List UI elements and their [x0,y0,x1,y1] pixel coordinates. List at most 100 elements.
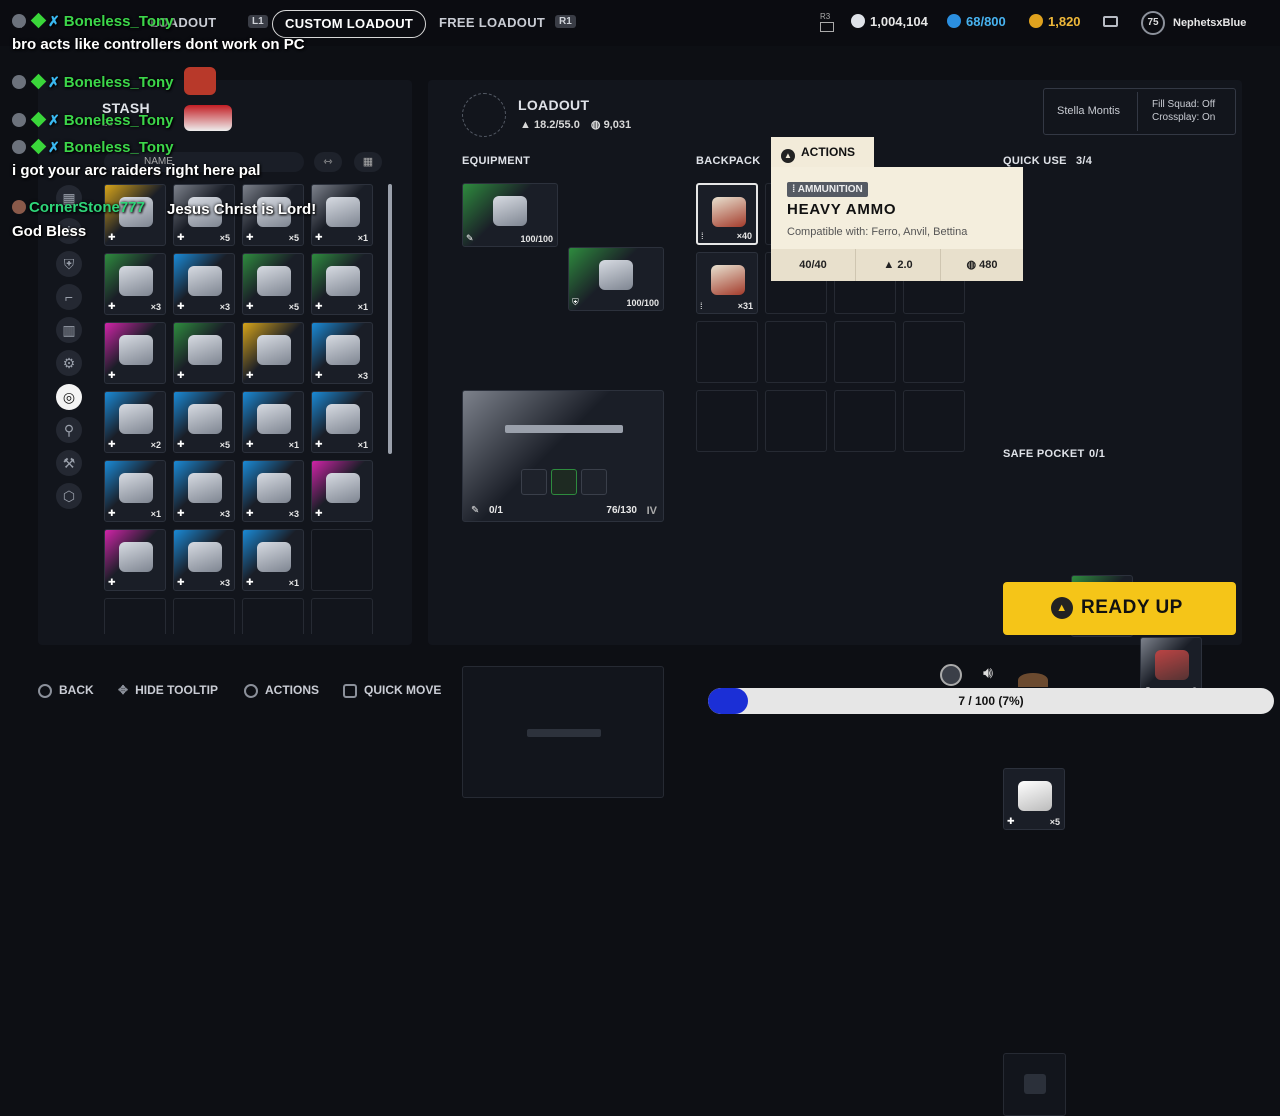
backpack-item-heavy-ammo[interactable]: ⁞ ×40 [696,183,758,245]
weapon-tier: IV [646,505,657,517]
empty-slot[interactable] [696,321,758,383]
stash-item[interactable]: ✚ ×2 [104,391,166,453]
player-avatar-icon[interactable] [1018,673,1048,687]
stash-item[interactable]: ✚ ×5 [242,253,304,315]
stash-item[interactable]: ✚ [104,529,166,591]
chat-badge-icon [12,75,26,89]
empty-slot[interactable] [834,390,896,452]
back-control[interactable]: BACK [38,683,94,698]
shield-durability: 100/100 [626,298,659,308]
chat-message-4: ✗ Boneless_Tony [12,138,174,156]
plus-icon: ✚ [315,370,323,380]
weapon-placeholder-icon [527,729,601,737]
rifle-icon [505,425,623,433]
stash-capacity-value: 68/800 [966,14,1006,29]
stash-icon [947,14,961,28]
stash-item[interactable]: ✚ [104,322,166,384]
stash-item[interactable]: ✚ [311,460,373,522]
ready-up-label: READY UP [1081,597,1183,618]
mail-icon[interactable] [1103,16,1118,27]
tab-custom-loadout[interactable]: CUSTOM LOADOUT [272,10,427,38]
stash-item[interactable]: ✚ ×1 [242,529,304,591]
attachment-slot-2[interactable] [551,469,577,495]
hide-tooltip-control[interactable]: ✥ HIDE TOOLTIP [118,683,218,697]
stash-item[interactable]: ✚ ×1 [311,253,373,315]
r1-hint: R1 [555,15,576,28]
emote-icon [183,105,232,131]
materials-category-icon[interactable]: ⬡ [56,483,82,509]
stash-item[interactable]: ✚ [173,322,235,384]
quick-use-slot-4[interactable]: ✚ ×5 [1003,768,1065,830]
empty-slot[interactable] [311,598,373,634]
actions-control[interactable]: ACTIONS [244,683,319,698]
lock-icon [1024,1074,1046,1094]
stash-item[interactable]: ✚ [242,322,304,384]
ammo-box-icon [711,265,745,295]
actions-tab[interactable]: ▲ ACTIONS [771,137,874,167]
chat-badge-icon [12,14,26,28]
empty-slot[interactable] [834,321,896,383]
bandage-icon [1018,781,1052,811]
grid-view-icon[interactable]: ▦ [354,152,382,172]
loadout-title: LOADOUT [518,97,590,113]
stash-scrollbar[interactable] [388,184,392,454]
safe-pocket-slot[interactable] [1003,1053,1066,1116]
tab-free-loadout[interactable]: FREE LOADOUT [439,10,545,36]
weight-icon: ▲ [883,259,898,271]
weapon-category-icon[interactable]: ⌐ [56,284,82,310]
backpack-item-heavy-ammo[interactable]: ⁞ ×31 [696,252,758,314]
mine-icon [1155,650,1189,680]
item-count: ×3 [219,509,230,519]
stash-item[interactable]: ✚ ×3 [173,529,235,591]
stash-item[interactable]: ✚ ×3 [173,253,235,315]
empty-slot[interactable] [765,390,827,452]
item-icon [257,404,291,434]
empty-slot[interactable] [242,598,304,634]
plus-icon: ✚ [108,370,116,380]
stash-item[interactable]: ✚ ×1 [104,460,166,522]
stash-item[interactable]: ✚ ×1 [311,391,373,453]
collapse-icon[interactable]: ⇿ [314,152,342,172]
chat-message-3: ✗ Boneless_Tony [12,105,232,131]
item-icon [188,542,222,572]
item-icon [119,404,153,434]
empty-slot[interactable] [104,598,166,634]
ready-up-button[interactable]: ▲ READY UP [1003,582,1236,635]
quick-move-control[interactable]: QUICK MOVE [343,683,441,698]
item-count: ×3 [150,302,161,312]
mods-category-icon[interactable]: ▥ [56,317,82,343]
empty-slot[interactable] [311,529,373,591]
weapon-mods-icon: ✎ [471,505,480,516]
shield-slot[interactable]: ⛨ 100/100 [568,247,664,311]
gear-category-icon[interactable]: ⚙ [56,350,82,376]
stash-item[interactable]: ✚ ×3 [173,460,235,522]
augment-slot[interactable]: ✎ 100/100 [462,183,558,247]
empty-slot[interactable] [903,390,965,452]
value-icon: ◍ [590,119,601,131]
weapon-slot-2[interactable] [462,666,664,798]
username[interactable]: NephetsxBlue [1173,17,1246,29]
wrench-category-icon[interactable]: ⚒ [56,450,82,476]
stash-item[interactable]: ✚ ×3 [242,460,304,522]
stash-item[interactable]: ✚ ×1 [242,391,304,453]
speaker-icon[interactable]: 🔊︎ [983,665,993,683]
empty-slot[interactable] [696,390,758,452]
stash-item[interactable]: ✚ ×3 [311,322,373,384]
empty-slot[interactable] [765,321,827,383]
weapon-slot-1[interactable]: ✎ 0/1 76/130 IV [462,390,664,522]
tools-category-icon[interactable]: ⚲ [56,417,82,443]
shield-category-icon[interactable]: ⛨ [56,251,82,277]
stash-item[interactable]: ✚ ×5 [173,391,235,453]
attachment-slot-1[interactable] [521,469,547,495]
attachment-slot-3[interactable] [581,469,607,495]
ammunition-badge: ⁞ AMMUNITION [787,182,868,197]
empty-slot[interactable] [903,321,965,383]
map-name: Stella Montis [1057,105,1120,117]
item-icon [188,473,222,503]
quick-move-label: QUICK MOVE [364,683,442,697]
stash-item[interactable]: ✚ ×3 [104,253,166,315]
consumables-category-icon[interactable]: ◎ [56,384,82,410]
party-avatar-icon[interactable] [940,664,962,686]
shield-tag-icon: ⛨ [572,297,579,307]
empty-slot[interactable] [173,598,235,634]
